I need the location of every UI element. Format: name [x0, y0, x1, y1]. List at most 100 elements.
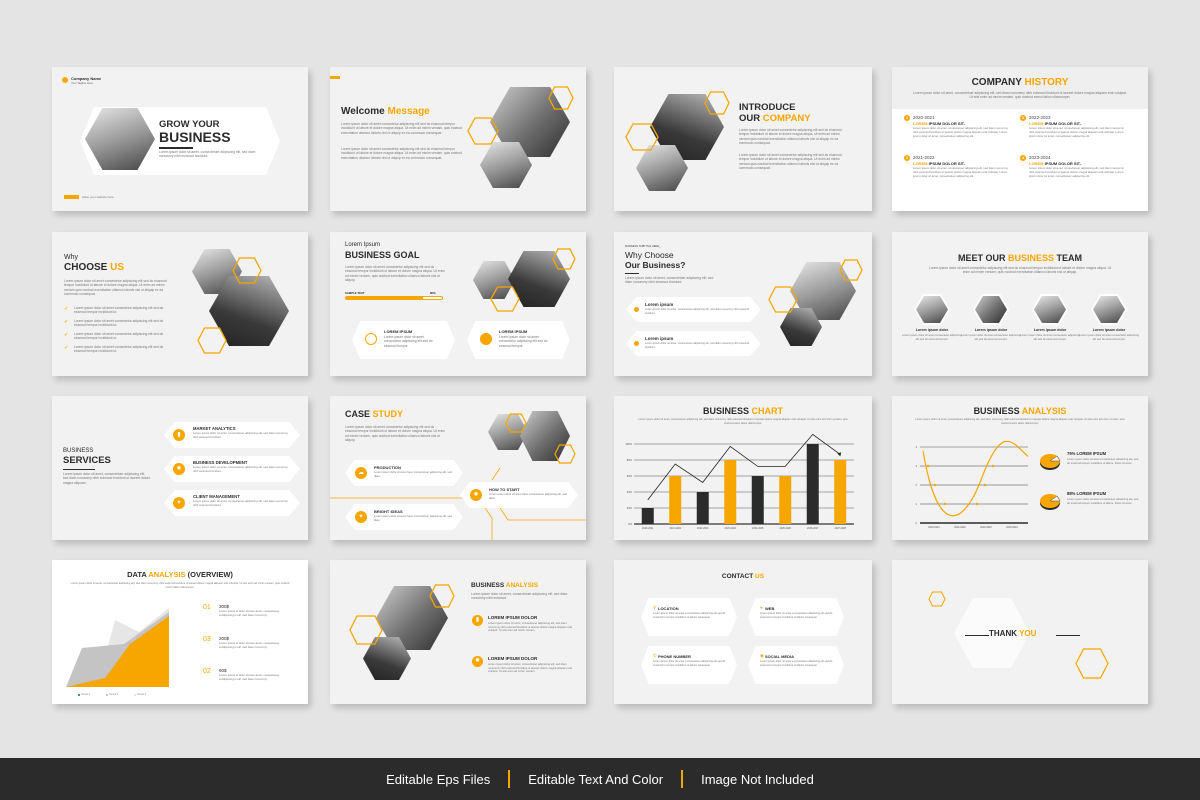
social-icon: ◉ — [760, 653, 764, 658]
slide-welcome[interactable]: Welcome Message Lorem ipsum dolor sit am… — [330, 67, 586, 211]
curve-point — [943, 502, 947, 506]
pie-chart-icon — [1040, 494, 1061, 510]
x-tick-label: 2020-2021 — [642, 527, 654, 530]
bar — [669, 476, 682, 524]
website-text[interactable]: place your website here — [82, 195, 114, 199]
cloud-icon: ☁ — [355, 467, 367, 479]
title-underline — [159, 147, 193, 149]
footer-feature-eps: Editable Eps Files — [386, 771, 491, 787]
curve-point — [983, 483, 987, 487]
case-card-title: HOW TO START — [489, 487, 520, 492]
slide-business-goal[interactable]: Lorem Ipsum BUSINESS GOAL Lorem ipsum do… — [330, 232, 586, 376]
slide-business-chart[interactable]: BUSINESS CHART Lorem ipsum dolor sit ame… — [614, 396, 872, 540]
slide-business-services[interactable]: BUSINESS SERVICES Lorem ipsum dolor sit … — [52, 396, 308, 540]
whybiz-card-title: Lorem ipsum — [645, 336, 674, 341]
history-years: 2021-2022 — [913, 155, 935, 160]
goal-title: BUSINESS GOAL — [345, 250, 420, 260]
hero-body: Lorem ipsum dolor sit amet, consectetuer… — [159, 150, 256, 159]
slide-why-choose-business[interactable]: BUSINESS SUBTITLE HERE_ Why Choose Our B… — [614, 232, 872, 376]
clock-icon — [365, 333, 377, 345]
title-underline — [625, 273, 639, 274]
y-tick-label: 20% — [627, 506, 633, 510]
hexagon-outline-icon — [704, 91, 730, 115]
y-tick-label: 80% — [627, 458, 633, 462]
slide-why-choose-us[interactable]: Why CHOOSE US Lorem ipsum dolor sit amet… — [52, 232, 308, 376]
slide-introduce[interactable]: INTRODUCE OUR COMPANY Lorem ipsum dolor s… — [614, 67, 872, 211]
progress-fill — [346, 297, 423, 299]
title-line-1: INTRODUCE — [739, 102, 796, 113]
title-accent: BUSINESS — [1008, 253, 1055, 263]
history-years: 2022-2023 — [1029, 115, 1051, 120]
analysis-line-chart: 0 1 2 3 4 2020-2021 2021-2022 2022-2023 2023-202… — [916, 440, 1029, 529]
history-body: Lorem ipsum dolor sit amet, consectetuer… — [913, 126, 1008, 138]
company-tagline: Your Tagline Here — [71, 81, 94, 85]
check-icon: ✓ — [64, 306, 69, 312]
member-name: Lorem ipsum dolor — [1092, 328, 1126, 332]
why-pretitle: Why — [64, 254, 78, 261]
history-header — [892, 67, 1148, 109]
slide-data-analysis[interactable]: DATA ANALYSIS (OVERVIEW) Lorem ipsum dol… — [52, 560, 308, 704]
history-body: Lorem ipsum dolor sit amet, consectetuer… — [1029, 166, 1124, 178]
hexagon-outline-icon — [349, 615, 383, 645]
goal-pretitle: Lorem Ipsum — [345, 242, 381, 248]
location-icon: ⚲ — [653, 605, 657, 610]
you-text: YOU — [1019, 629, 1037, 638]
whybiz-title-2: Our Business? — [625, 260, 686, 270]
analysis2-item-body: Lorem ipsum dolor sit amet, consectetuer… — [488, 622, 572, 633]
gear-icon: ✹ — [173, 463, 185, 475]
title-accent: Message — [387, 106, 430, 117]
welcome-title: Welcome Message — [341, 106, 430, 117]
contact-title: SOCIAL MEDIA — [765, 654, 795, 659]
whybiz-card-body: Lorem ipsum dolor sit amet, consectetuer… — [645, 308, 750, 315]
hexagon-outline-icon — [429, 584, 455, 608]
slide-grow-business[interactable]: Company Name Your Tagline Here GROW YOUR… — [52, 67, 308, 211]
accent-bar — [330, 76, 340, 79]
hexagon-outline-icon — [552, 248, 576, 270]
y-tick-label: 60% — [627, 474, 633, 478]
title-accent: US — [110, 262, 125, 273]
why-bullet-text: Lorem ipsum dolor sit amet consectetur a… — [74, 332, 164, 341]
x-tick-label: 2027-2028 — [835, 527, 847, 530]
slide-contact[interactable]: CONTACT US ⚲ LOCATION Lorem ipsum dolor si… — [614, 560, 872, 704]
goal-card-title: LOREM IPSUM — [384, 329, 413, 334]
history-title: COMPANY HISTORY — [892, 77, 1148, 88]
curve-point — [975, 502, 979, 506]
goal-card-body: Lorem ipsum dolor sit amet consectetur a… — [499, 335, 548, 348]
item-number: 02 — [203, 668, 211, 675]
case-card-body: Lorem ipsum dolor sit amet have consecte… — [374, 515, 452, 522]
footer-feature-editable: Editable Text And Color — [528, 771, 664, 787]
slide-team[interactable]: MEET OUR BUSINESS TEAM Lorem ipsum dolor… — [892, 232, 1148, 376]
slide-business-analysis[interactable]: BUSINESS ANALYSIS Lorem ipsum dolor sit … — [892, 396, 1148, 540]
history-years: 2023-2024 — [1029, 155, 1051, 160]
y-tick-label: 40% — [627, 490, 633, 494]
stat-body: Lorem ipsum dolor sit amet consectetuer … — [1067, 458, 1139, 465]
case-card-title: BRIGHT IDEAS — [374, 509, 403, 514]
divider-left — [965, 635, 989, 636]
curve-point — [991, 464, 995, 468]
case-card-body: Lorem ipsum dolor sit amet have consecte… — [374, 471, 452, 478]
y-tick-label: 1 — [916, 502, 918, 506]
member-name: Lorem ipsum dolor — [974, 328, 1008, 332]
slide-business-analysis-2[interactable]: BUSINESS ANALYSIS Lorem ipsum dolor sit … — [330, 560, 586, 704]
why-bullet-text: Lorem ipsum dolor sit amet consectetur a… — [74, 306, 164, 315]
chart-icon: ▮ — [173, 429, 185, 441]
service-body: Lorem ipsum dolor sit amet, consectetuer… — [193, 465, 288, 473]
check-icon: ✓ — [64, 319, 69, 325]
slide-thank-you[interactable]: THANK YOU — [892, 560, 1148, 704]
y-tick-label: 4 — [916, 445, 918, 449]
introduce-paragraph-1: Lorem ipsum dolor sit amet consectetur a… — [739, 128, 842, 146]
pie-icon — [480, 333, 492, 345]
services-title-1: BUSINESS — [63, 448, 94, 454]
x-tick-label: 2025-2026 — [780, 527, 792, 530]
title-part: Welcome — [341, 106, 388, 117]
slide-case-study[interactable]: CASE STUDY Lorem ipsum dolor sit amet co… — [330, 396, 586, 540]
slide-company-history[interactable]: COMPANY HISTORY Lorem ipsum dolor sit am… — [892, 67, 1148, 211]
why-bullet-text: Lorem ipsum dolor sit amet consectetur a… — [74, 319, 164, 328]
y-tick-label: 0% — [628, 522, 632, 526]
item-body: Lorem ipsum is dolor sit here amet, cons… — [219, 641, 280, 649]
contact-title: PHONE NUMBER — [658, 654, 691, 659]
member-bio: Lorem ipsum dolor sit amet consectetur a… — [902, 334, 962, 341]
why-body: Lorem ipsum dolor sit amet consectetur a… — [64, 279, 167, 297]
contact-title: WEB — [765, 606, 775, 611]
team-intro: Lorem ipsum dolor sit amet consectetur a… — [929, 266, 1111, 275]
